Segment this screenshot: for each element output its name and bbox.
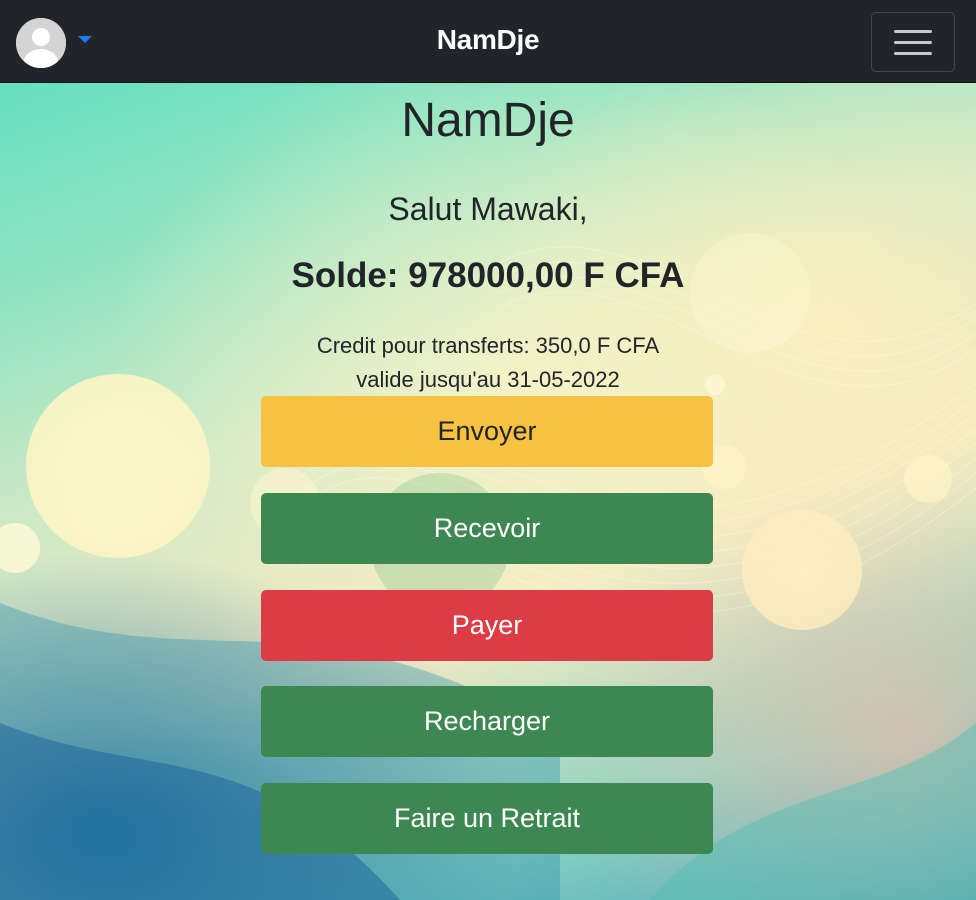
user-menu-caret-icon[interactable] [78,36,92,43]
navbar-brand: NamDje [436,24,540,55]
send-button[interactable]: Envoyer [261,396,713,467]
credit-info: Credit pour transferts: 350,0 F CFA vali… [0,329,976,397]
page-title: NamDje [401,94,575,147]
bokeh-circle [0,523,40,573]
hamburger-menu-icon [894,30,932,33]
balance-text: Solde: 978000,00 F CFA [291,256,685,295]
user-avatar-icon[interactable] [16,18,66,68]
hamburger-bar [894,52,932,55]
withdraw-button[interactable]: Faire un Retrait [261,783,713,854]
credit-amount-text: Credit pour transferts: 350,0 F CFA [316,333,660,358]
credit-validity-text: valide jusqu'au 31-05-2022 [356,367,620,392]
top-up-button[interactable]: Recharger [261,686,713,757]
hamburger-bar [894,41,932,44]
top-navbar: NamDje [0,0,976,83]
greeting-text: Salut Mawaki, [388,191,588,227]
receive-button[interactable]: Recevoir [261,493,713,564]
app-window: NamDje NamDje Salut Mawaki, Solde: 97800… [0,0,976,900]
menu-toggle-button[interactable] [871,12,955,72]
bokeh-circle [904,455,952,503]
bokeh-circle [742,510,862,630]
bokeh-circle [26,374,210,558]
main-content: NamDje Salut Mawaki, Solde: 978000,00 F … [0,83,976,900]
pay-button[interactable]: Payer [261,590,713,661]
